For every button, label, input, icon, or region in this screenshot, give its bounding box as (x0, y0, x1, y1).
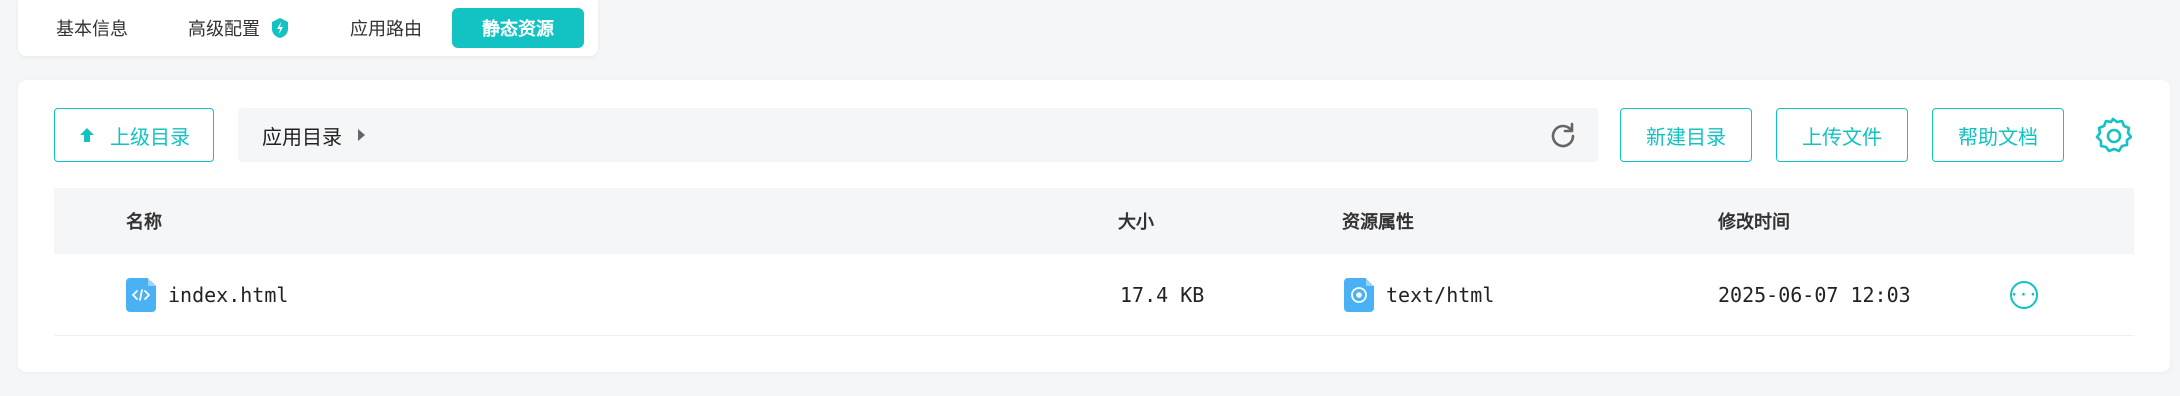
tab-label: 静态资源 (482, 19, 554, 40)
help-docs-button[interactable]: 帮助文档 (1932, 108, 2064, 162)
column-size: 大小 (1118, 212, 1154, 233)
file-size: 17.4 KB (1120, 282, 1205, 307)
toolbar: 上级目录 应用目录 新建目录 上传文件 帮助文档 (54, 108, 2134, 162)
resource-type-cell: text/html (1344, 254, 1494, 335)
new-directory-label: 新建目录 (1646, 124, 1726, 149)
tab-advanced-config[interactable]: 高级配置 (158, 8, 320, 48)
file-size-cell: 17.4 KB (1120, 254, 1204, 335)
caret-right-icon[interactable] (356, 128, 366, 142)
arrow-up-icon (78, 126, 96, 144)
modified-time-cell: 2025-06-07 12:03 (1718, 254, 1911, 335)
modified-time: 2025-06-07 12:03 (1718, 282, 1911, 307)
path-breadcrumb: 应用目录 (238, 108, 1598, 162)
more-options-icon[interactable]: ··· (2010, 280, 2038, 309)
tab-app-routes[interactable]: 应用路由 (320, 8, 452, 48)
tab-label: 应用路由 (350, 19, 422, 40)
file-table: 名称 大小 资源属性 修改时间 index.html 17.4 KB text/… (54, 188, 2134, 336)
help-docs-label: 帮助文档 (1958, 124, 2038, 149)
static-resources-panel: 上级目录 应用目录 新建目录 上传文件 帮助文档 名称 大小 资源属性 修改时间… (18, 80, 2170, 372)
new-directory-button[interactable]: 新建目录 (1620, 108, 1752, 162)
upload-file-button[interactable]: 上传文件 (1776, 108, 1908, 162)
row-actions-cell: ··· (2010, 254, 2038, 335)
table-header: 名称 大小 资源属性 修改时间 (54, 188, 2134, 254)
table-row[interactable]: index.html 17.4 KB text/html 2025-06-07 … (54, 254, 2134, 336)
tab-label: 基本信息 (56, 19, 128, 40)
resource-type: text/html (1386, 282, 1495, 307)
column-name: 名称 (126, 212, 162, 233)
file-name-cell[interactable]: index.html (126, 254, 288, 335)
column-modified-time: 修改时间 (1718, 212, 1790, 233)
shield-lightning-icon (270, 17, 290, 39)
refresh-icon[interactable] (1550, 122, 1576, 148)
tab-label: 高级配置 (188, 19, 260, 40)
file-name: index.html (168, 282, 289, 307)
upload-file-label: 上传文件 (1802, 124, 1882, 149)
browser-file-icon (1344, 277, 1374, 312)
tab-bar: 基本信息 高级配置 应用路由 静态资源 (18, 0, 598, 56)
parent-directory-button[interactable]: 上级目录 (54, 108, 214, 162)
gear-icon[interactable] (2092, 114, 2134, 156)
parent-directory-label: 上级目录 (110, 124, 190, 149)
breadcrumb-root[interactable]: 应用目录 (262, 121, 342, 150)
tab-static-resources[interactable]: 静态资源 (452, 8, 584, 48)
column-resource-type: 资源属性 (1342, 212, 1414, 233)
code-file-icon (126, 277, 156, 312)
tab-basic-info[interactable]: 基本信息 (26, 8, 158, 48)
